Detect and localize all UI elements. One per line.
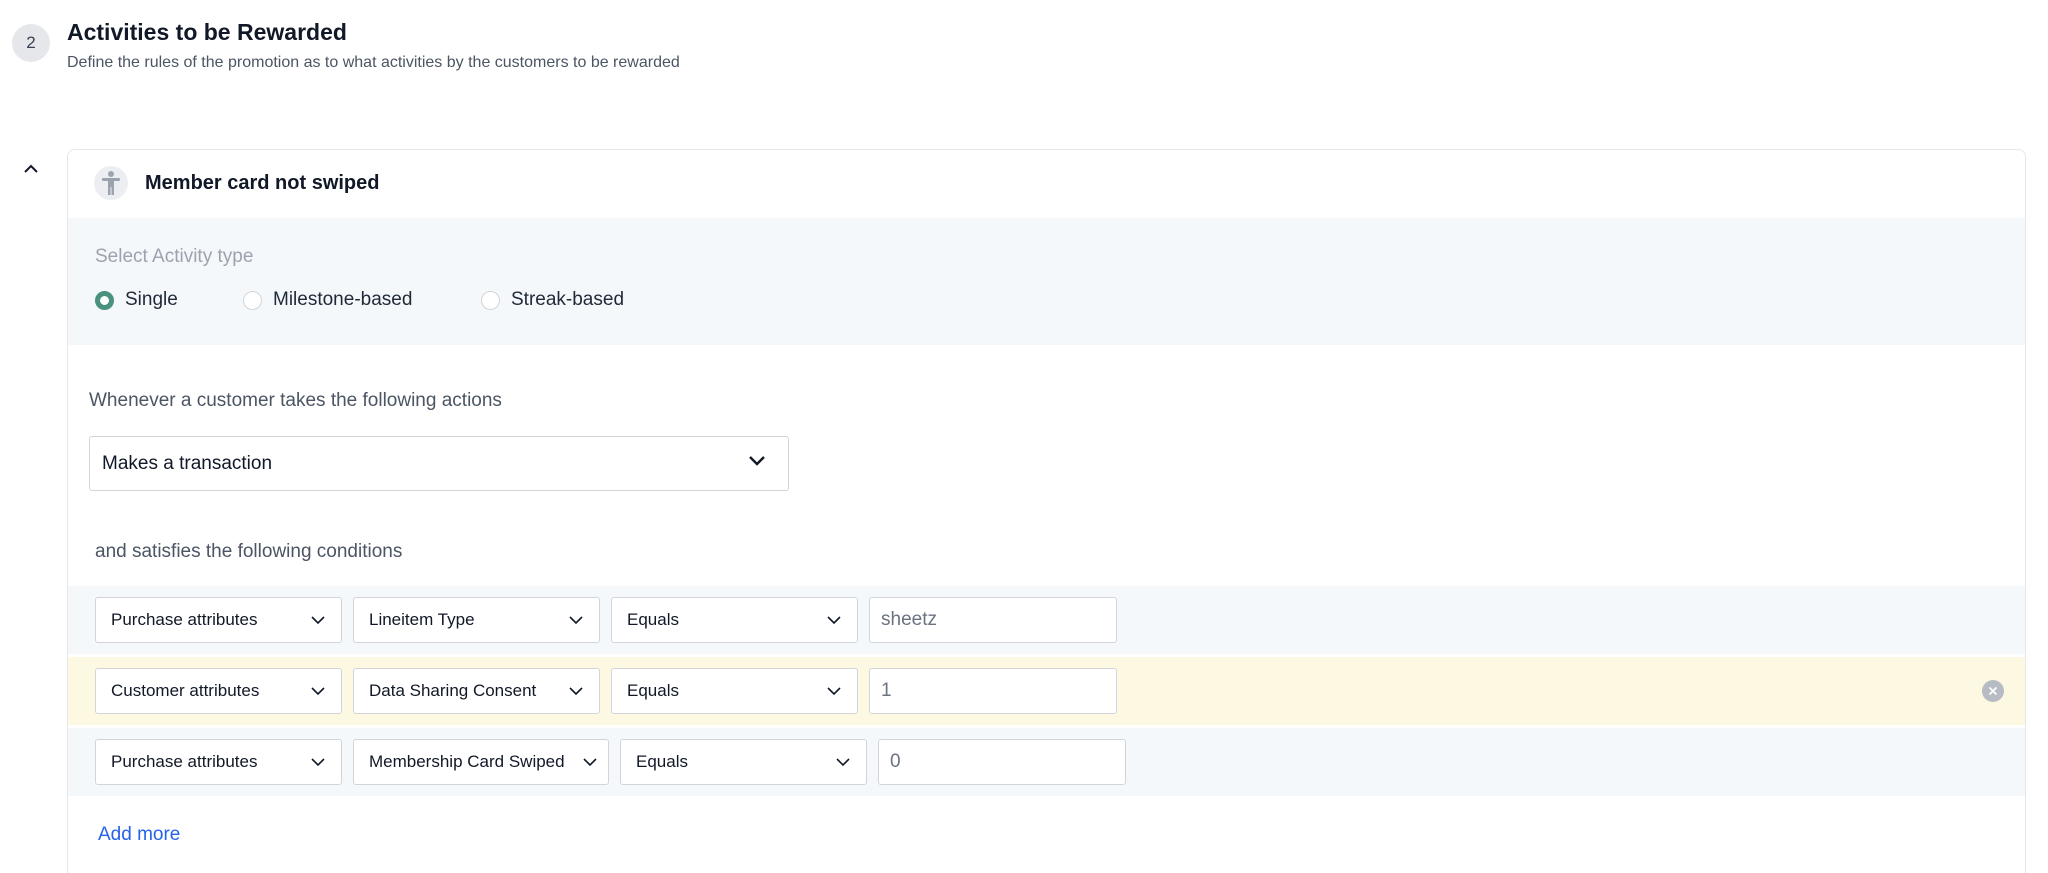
condition-value-input[interactable] [878,739,1126,785]
condition-row-highlighted: Customer attributes Data Sharing Consent… [68,657,2025,725]
select-value: Equals [627,681,679,700]
chevron-down-icon [583,758,597,767]
actions-label: Whenever a customer takes the following … [89,390,502,411]
condition-row: Purchase attributes Membership Card Swip… [68,728,2025,796]
select-value: Lineitem Type [369,610,475,629]
chevron-up-icon [24,164,38,173]
step-title: Activities to be Rewarded [67,19,347,45]
add-more-link[interactable]: Add more [98,824,180,846]
chevron-down-icon [311,687,325,696]
close-icon [1988,686,1998,696]
chevron-down-icon [827,687,841,696]
activity-type-label: Select Activity type [95,246,254,267]
condition-value-input[interactable] [869,597,1117,643]
radio-label: Single [125,289,178,310]
attribute-select[interactable]: Data Sharing Consent [353,668,600,714]
activity-card-header: Member card not swiped [68,150,2025,218]
radio-label: Streak-based [511,289,625,310]
radio-indicator [481,290,500,310]
remove-condition-button[interactable] [1982,680,2004,702]
radio-selected-indicator [95,290,114,310]
select-value: Purchase attributes [111,752,258,771]
action-select[interactable]: Makes a transaction [89,436,789,491]
attribute-group-select[interactable]: Purchase attributes [95,739,342,785]
radio-streak-based[interactable]: Streak-based [481,289,624,311]
person-accessibility-icon [94,166,128,200]
step-subtitle: Define the rules of the promotion as to … [67,54,680,71]
operator-select[interactable]: Equals [620,739,867,785]
chevron-down-icon [749,456,765,466]
radio-indicator [243,290,262,310]
select-value: Membership Card Swiped [369,752,565,771]
select-value: Customer attributes [111,681,260,700]
activity-card-title: Member card not swiped [145,172,380,194]
attribute-select[interactable]: Lineitem Type [353,597,600,643]
select-value: Equals [636,752,688,771]
select-value: Purchase attributes [111,610,258,629]
operator-select[interactable]: Equals [611,597,858,643]
operator-select[interactable]: Equals [611,668,858,714]
action-select-value: Makes a transaction [102,452,273,474]
step-number-badge: 2 [12,24,50,62]
conditions-label: and satisfies the following conditions [95,541,403,562]
chevron-down-icon [569,687,583,696]
activity-card: Member card not swiped Select Activity t… [67,149,2026,873]
condition-value-input[interactable] [869,668,1117,714]
collapse-toggle-button[interactable] [20,158,42,180]
chevron-down-icon [836,758,850,767]
radio-single[interactable]: Single [95,289,178,311]
chevron-down-icon [311,616,325,625]
select-value: Equals [627,610,679,629]
activity-type-panel: Select Activity type Single Milestone-ba… [68,218,2025,345]
condition-row: Purchase attributes Lineitem Type Equals [68,586,2025,654]
attribute-select[interactable]: Membership Card Swiped [353,739,609,785]
attribute-group-select[interactable]: Customer attributes [95,668,342,714]
chevron-down-icon [827,616,841,625]
attribute-group-select[interactable]: Purchase attributes [95,597,342,643]
chevron-down-icon [569,616,583,625]
radio-label: Milestone-based [273,289,413,310]
radio-milestone-based[interactable]: Milestone-based [243,289,412,311]
chevron-down-icon [311,758,325,767]
select-value: Data Sharing Consent [369,681,537,700]
